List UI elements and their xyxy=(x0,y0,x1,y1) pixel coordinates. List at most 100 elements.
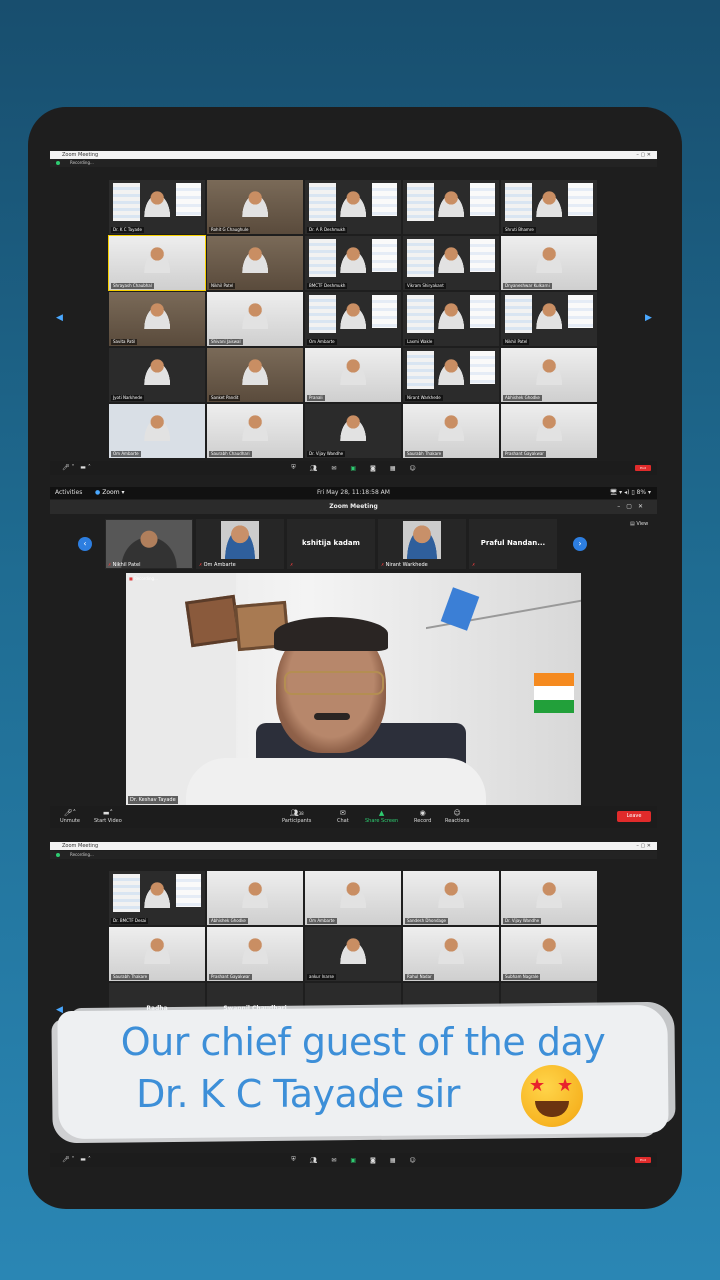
participant-name: Dr. BMCTF Desai xyxy=(111,918,149,924)
share-screen-icon[interactable]: ▣ xyxy=(350,465,356,472)
participant-name: Nirant Warkhede xyxy=(381,562,428,568)
reactions-icon[interactable]: ☺ xyxy=(410,1157,416,1164)
participant-video xyxy=(221,521,259,559)
participant-name: Nikhil Patel xyxy=(108,562,141,568)
view-button[interactable]: ▤ View xyxy=(630,521,648,527)
strip-participant-tile[interactable]: Nirant Warkhede xyxy=(378,519,466,569)
security-icon[interactable]: ⛨ xyxy=(291,1156,296,1164)
participants-icon[interactable]: 👥︎ xyxy=(310,465,318,472)
participant-name: Pranali xyxy=(307,395,325,401)
unmute-button[interactable]: 🎤︎˄ Unmute xyxy=(60,809,80,824)
participant-tile[interactable]: Laxmi Wakle xyxy=(403,292,499,346)
participants-icon[interactable]: 👥︎ xyxy=(310,1157,318,1164)
participant-tile[interactable]: Om Ambarte xyxy=(305,292,401,346)
recording-dot-icon xyxy=(56,853,60,857)
participant-tile[interactable]: BMCTF Deshmukh xyxy=(305,236,401,290)
strip-next-icon[interactable]: › xyxy=(573,537,587,551)
end-button[interactable]: End xyxy=(635,465,651,471)
window-controls[interactable]: –▢✕ xyxy=(617,500,649,514)
participant-tile[interactable]: Nirant Warkhede xyxy=(403,348,499,402)
ubuntu-top-bar: Activities Zoom ▾ Fri May 28, 11:18:58 A… xyxy=(50,487,657,499)
window-controls[interactable]: – ▢ ✕ xyxy=(636,151,651,159)
participant-tile[interactable]: Prashant Gayakwar xyxy=(207,927,303,981)
apps-icon[interactable]: ▦ xyxy=(390,1157,396,1164)
security-icon[interactable]: ⛨ xyxy=(291,464,296,472)
participant-name: Praful Nandan... xyxy=(480,539,546,547)
participant-tile[interactable]: Pranali xyxy=(305,348,401,402)
leave-button[interactable]: Leave xyxy=(617,811,651,822)
participant-tile[interactable]: Nikhil Patel xyxy=(207,236,303,290)
participant-name: Om Ambarte xyxy=(111,451,141,457)
record-icon[interactable]: ◙ xyxy=(370,1157,376,1164)
chat-button[interactable]: ✉ Chat xyxy=(337,809,349,824)
strip-participant-tile[interactable]: Nikhil Patel xyxy=(105,519,193,569)
muted-icon xyxy=(290,562,293,568)
unmute-label: Unmute xyxy=(60,818,80,824)
chat-icon[interactable]: ✉ xyxy=(331,465,336,472)
share-screen-button[interactable]: ▲ Share Screen xyxy=(365,809,398,824)
participant-tile[interactable]: Shrayash Chaubhal xyxy=(108,235,206,291)
participant-tile[interactable]: Vikram Shiryakant xyxy=(403,236,499,290)
participant-name: Om Ambarte xyxy=(307,339,337,345)
participant-tile[interactable] xyxy=(403,180,499,234)
glasses xyxy=(284,671,384,695)
participants-label: Participants xyxy=(282,818,312,824)
start-video-button[interactable]: ▬˄ Start Video xyxy=(94,809,122,824)
participant-tile[interactable]: Dr. K C Tayade xyxy=(109,180,205,234)
participant-tile[interactable]: Dr. A R Deshmukh xyxy=(305,180,401,234)
reactions-button[interactable]: ☺ Reactions xyxy=(445,809,469,824)
participant-tile[interactable]: Sandesh Dhondage xyxy=(403,871,499,925)
strip-participant-tile[interactable]: Praful Nandan... xyxy=(469,519,557,569)
strip-participant-tile[interactable]: kshitija kadam xyxy=(287,519,375,569)
participant-tile[interactable]: Subham Nagrale xyxy=(501,927,597,981)
participant-tile[interactable]: Dr. Vijay Wandhe xyxy=(501,871,597,925)
participant-name: Dr. Vijay Wandhe xyxy=(307,451,346,457)
participant-tile[interactable]: Saurabh Chaudhari xyxy=(207,404,303,458)
apps-icon[interactable]: ▦ xyxy=(390,465,396,472)
participant-tile[interactable]: Rohit G Chaughule xyxy=(207,180,303,234)
system-tray-icons[interactable]: 🖥︎ ▾ ◂) ▯ 8% ▾ xyxy=(610,487,651,499)
chat-icon[interactable]: ✉ xyxy=(331,1157,336,1164)
participant-tile[interactable]: Dr. BMCTF Desai xyxy=(109,871,205,925)
participant-tile[interactable]: Abhishek Ghodke xyxy=(207,871,303,925)
reactions-icon[interactable]: ☺ xyxy=(410,465,416,472)
chat-icon: ✉ xyxy=(339,809,346,817)
participant-video xyxy=(532,356,566,385)
next-page-arrow-icon[interactable]: ▶ xyxy=(645,313,652,323)
participant-name: BMCTF Deshmukh xyxy=(307,283,348,289)
participant-tile[interactable]: Dnyaneshwar Kulkarni xyxy=(501,236,597,290)
participant-video xyxy=(238,300,272,329)
prev-page-arrow-icon[interactable]: ◀ xyxy=(56,313,63,323)
zoom-window-titlebar-3: Zoom Meeting – ▢ ✕ xyxy=(50,842,657,850)
strip-prev-icon[interactable]: ‹ xyxy=(78,537,92,551)
participant-tile[interactable]: Saurabh Thakare xyxy=(403,404,499,458)
participant-tile[interactable]: Shivani Jaiswal xyxy=(207,292,303,346)
participant-tile[interactable]: Om Ambarte xyxy=(109,404,205,458)
participant-tile[interactable]: ankur Inarse xyxy=(305,927,401,981)
participant-video xyxy=(238,244,272,273)
window-controls[interactable]: – ▢ ✕ xyxy=(636,842,651,850)
participant-tile[interactable]: Prashant Gayakwar xyxy=(501,404,597,458)
participant-tile[interactable]: Savita Patil xyxy=(109,292,205,346)
end-button[interactable]: End xyxy=(635,1157,651,1163)
participant-name: Nikhil Patel xyxy=(503,339,530,345)
system-clock: Fri May 28, 11:18:58 AM xyxy=(317,489,390,496)
share-screen-icon[interactable]: ▣ xyxy=(350,1157,356,1164)
mic-icon[interactable]: 🎤︎ ˄ ▬ ˄ xyxy=(62,1156,91,1163)
participant-tile[interactable]: Rahul Nadar xyxy=(403,927,499,981)
participant-tile[interactable]: Om Ambarte xyxy=(305,871,401,925)
participant-tile[interactable]: Nikhil Patel xyxy=(501,292,597,346)
strip-participant-tile[interactable]: Om Ambarte xyxy=(196,519,284,569)
mic-icon[interactable]: 🎤︎ ˄ ▬ ˄ xyxy=(62,464,91,471)
participant-tile[interactable]: Dr. Vijay Wandhe xyxy=(305,404,401,458)
participant-tile[interactable]: Saurabh Thakare xyxy=(109,927,205,981)
participant-tile[interactable]: Shruti Bhamre xyxy=(501,180,597,234)
record-button[interactable]: ◉ Record xyxy=(414,809,431,824)
participants-button[interactable]: 👥︎38 Participants xyxy=(282,809,311,824)
participant-tile[interactable]: Abhishek Ghodke xyxy=(501,348,597,402)
record-icon[interactable]: ◙ xyxy=(370,465,376,472)
participant-name: Abhishek Ghodke xyxy=(209,918,248,924)
participant-video xyxy=(532,188,566,217)
participant-tile[interactable]: Jyoti Narkhede xyxy=(109,348,205,402)
participant-tile[interactable]: Sanket Pandit xyxy=(207,348,303,402)
